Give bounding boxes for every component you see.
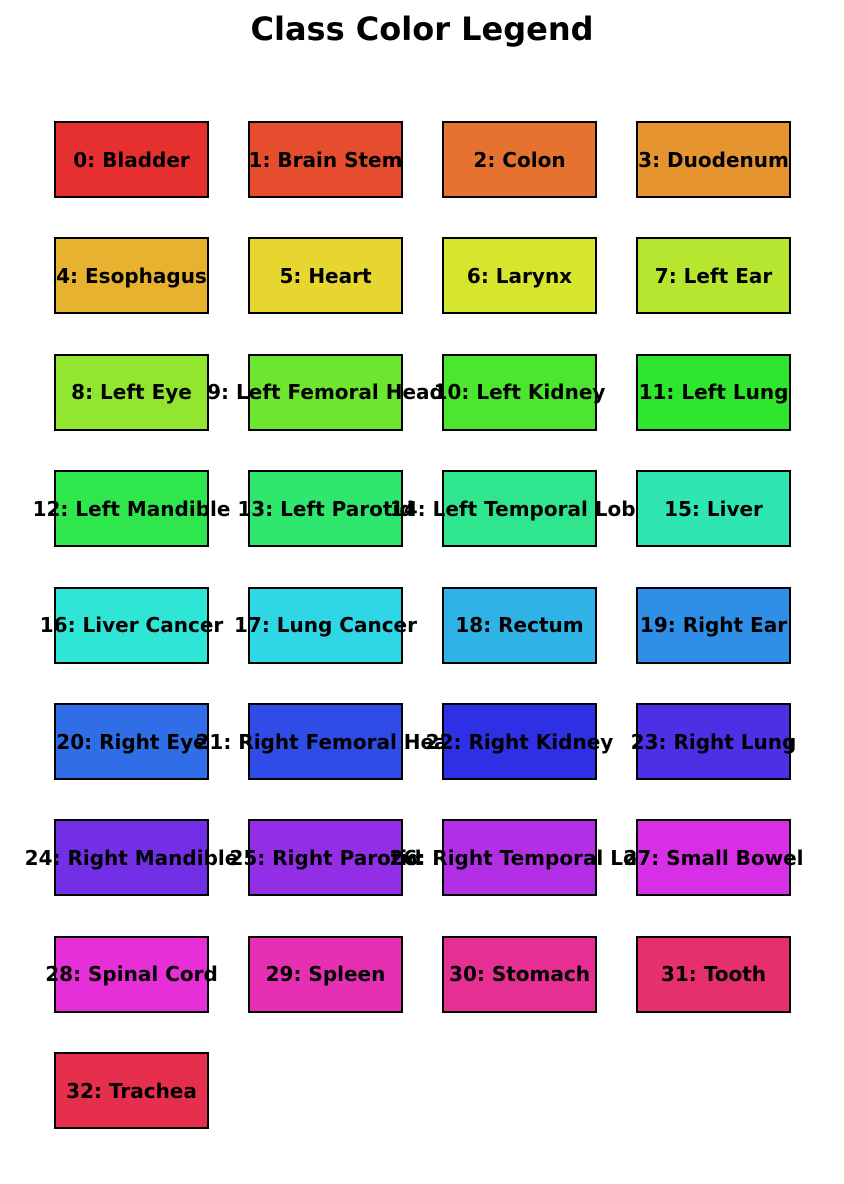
legend-grid: 0: Bladder 1: Brain Stem 2: Colon 3: Duoden…: [0, 0, 844, 1184]
legend-label: 19: Right Ear: [639, 613, 788, 638]
legend-label: 31: Tooth: [660, 962, 767, 987]
legend-label: 15: Liver: [664, 496, 763, 521]
legend-label: 32: Trachea: [66, 1078, 197, 1103]
legend-label: 7: Left Ear: [654, 263, 773, 288]
legend-label: 3: Duodenum: [638, 147, 789, 172]
legend-label: 27: Small Bowel: [623, 845, 804, 870]
legend-label: 11: Left Lung: [638, 380, 789, 405]
legend-label: 23: Right Lung: [630, 729, 797, 754]
